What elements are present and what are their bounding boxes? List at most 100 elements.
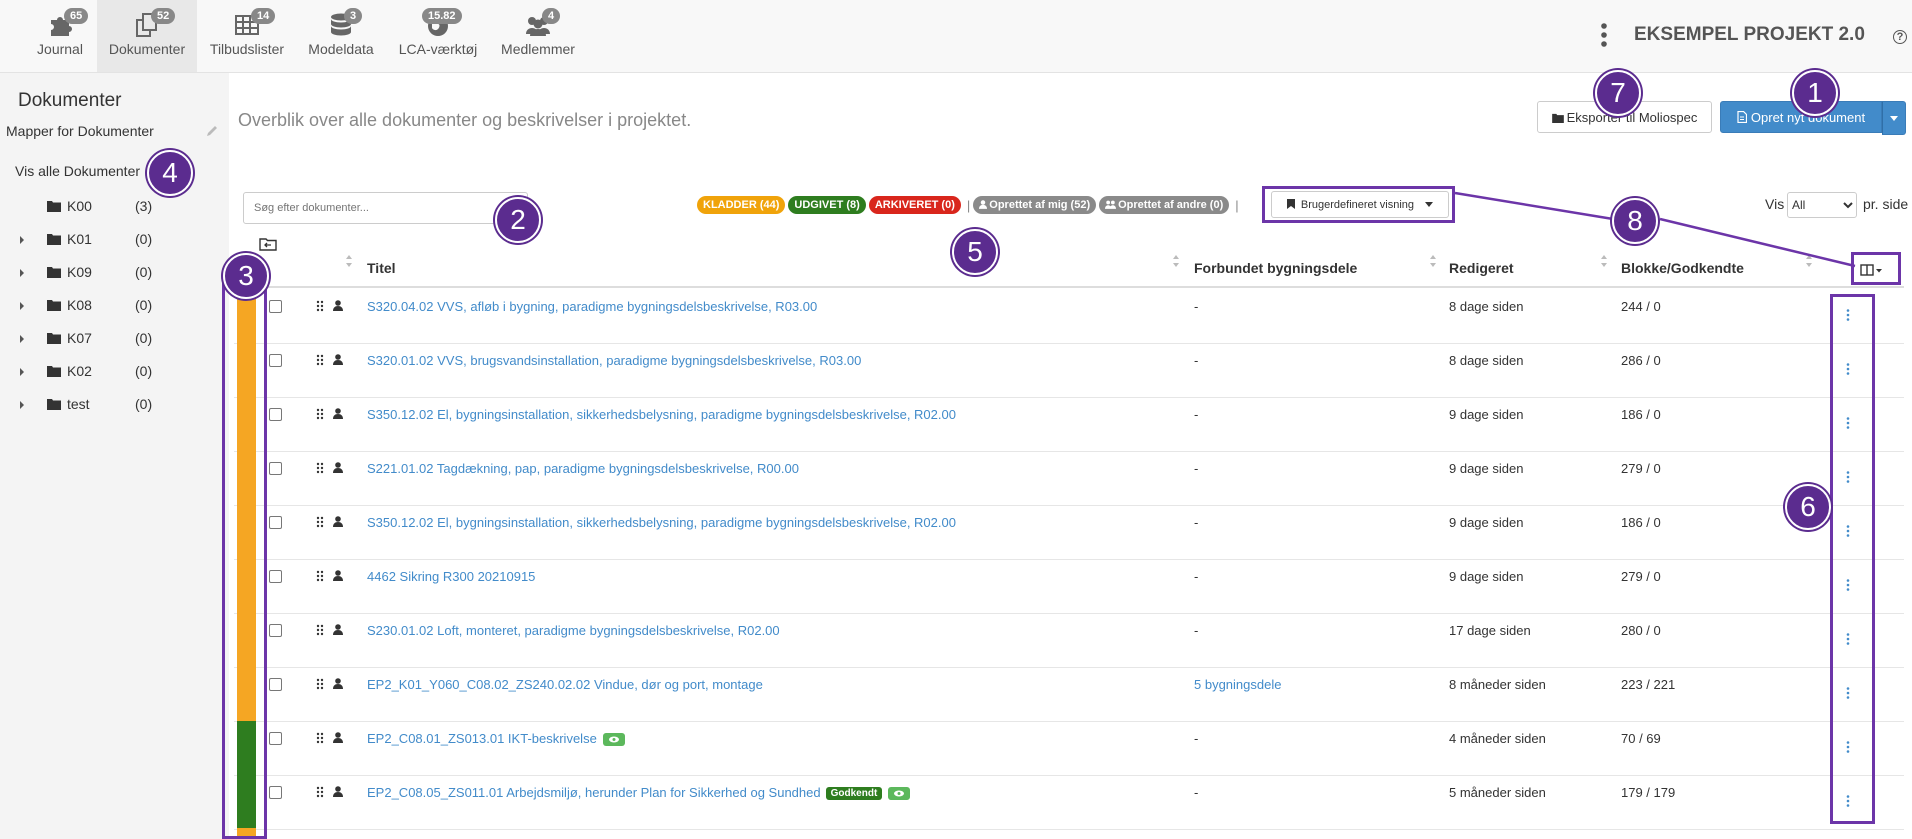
document-title-link[interactable]: EP2_K01_Y060_C08.02_ZS240.02.02 Vindue, … <box>367 677 763 692</box>
page-intro: Overblik over alle dokumenter og beskriv… <box>238 110 692 130</box>
create-dropdown-toggle[interactable] <box>1882 101 1906 135</box>
user-icon <box>333 516 343 527</box>
folder-item[interactable]: K00 (3) <box>0 198 229 218</box>
tab-journal[interactable]: 65 Journal <box>24 0 96 72</box>
drag-handle-icon[interactable] <box>316 516 324 528</box>
table-row[interactable]: S320.04.02 VVS, afløb i bygning, paradig… <box>234 289 1904 344</box>
edited-time: 8 dage siden <box>1449 353 1524 368</box>
filter-archived[interactable]: ARKIVERET (0) <box>868 196 961 214</box>
blocks-count: 244 / 0 <box>1621 299 1661 314</box>
table-row[interactable]: EP2_K01_Y060_C08.02_ZS240.02.02 Vindue, … <box>234 667 1904 722</box>
filter-drafts[interactable]: KLADDER (44) <box>697 196 786 214</box>
table-row[interactable]: S350.12.02 El, bygningsinstallation, sik… <box>234 505 1904 560</box>
table-row[interactable]: S221.01.02 Tagdækning, pap, paradigme by… <box>234 451 1904 506</box>
drag-handle-icon[interactable] <box>316 732 324 744</box>
sort-icon[interactable] <box>1601 254 1607 268</box>
row-checkbox[interactable] <box>269 678 282 691</box>
drag-handle-icon[interactable] <box>316 624 324 636</box>
row-checkbox[interactable] <box>269 354 282 367</box>
connected-parts: - <box>1194 623 1199 638</box>
sort-icon[interactable] <box>1173 254 1179 268</box>
row-checkbox[interactable] <box>269 570 282 583</box>
row-checkbox[interactable] <box>269 624 282 637</box>
filter-created-by-me[interactable]: Oprettet af mig (52) <box>973 196 1097 214</box>
sidebar-show-all[interactable]: Vis alle Dokumenter <box>15 163 140 179</box>
folder-name: test <box>67 396 90 412</box>
table-row[interactable]: EP2_C08.05_ZS011.01 Arbejdsmiljø, herund… <box>234 775 1904 830</box>
folder-item[interactable]: K01 (0) <box>0 231 229 251</box>
document-title-link[interactable]: S320.01.02 VVS, brugsvandsinstallation, … <box>367 353 861 368</box>
blocks-count: 179 / 179 <box>1621 785 1676 800</box>
drag-handle-icon[interactable] <box>316 354 324 366</box>
table-row[interactable]: S230.01.02 Loft, monteret, paradigme byg… <box>234 613 1904 668</box>
document-title-link[interactable]: EP2_C08.01_ZS013.01 IKT-beskrivelse <box>367 731 625 747</box>
sort-icon[interactable] <box>346 254 352 268</box>
folder-item[interactable]: K09 (0) <box>0 264 229 284</box>
tab-badge: 65 <box>64 8 89 24</box>
tab-medlemmer[interactable]: 4 Medlemmer <box>498 0 578 72</box>
folder-item[interactable]: K02 (0) <box>0 363 229 383</box>
eye-icon[interactable] <box>602 733 625 747</box>
chevron-right-icon[interactable] <box>18 267 26 279</box>
row-checkbox[interactable] <box>269 732 282 745</box>
tab-label: Journal <box>37 41 83 57</box>
document-title-link[interactable]: S230.01.02 Loft, monteret, paradigme byg… <box>367 623 780 638</box>
pencil-icon[interactable] <box>205 124 219 138</box>
chevron-right-icon[interactable] <box>18 399 26 411</box>
row-checkbox[interactable] <box>269 786 282 799</box>
tab-lca[interactable]: 15.82 LCA-værktøj <box>396 0 480 72</box>
column-connected[interactable]: Forbundet bygningsdele <box>1194 260 1357 276</box>
per-page-select[interactable]: All <box>1787 192 1857 218</box>
document-icon <box>1737 110 1748 123</box>
document-title-link[interactable]: S221.01.02 Tagdækning, pap, paradigme by… <box>367 461 799 476</box>
row-checkbox[interactable] <box>269 408 282 421</box>
search-input[interactable] <box>243 192 528 224</box>
column-edited[interactable]: Redigeret <box>1449 260 1514 276</box>
folder-item[interactable]: K07 (0) <box>0 330 229 350</box>
chevron-right-icon[interactable] <box>18 333 26 345</box>
row-checkbox[interactable] <box>269 300 282 313</box>
sidebar-subtitle: Mapper for Dokumenter <box>6 123 154 139</box>
document-title-link[interactable]: 4462 Sikring R300 20210915 <box>367 569 535 584</box>
document-title-link[interactable]: EP2_C08.05_ZS011.01 Arbejdsmiljø, herund… <box>367 785 911 801</box>
chevron-right-icon[interactable] <box>18 300 26 312</box>
eye-icon[interactable] <box>888 787 911 801</box>
sort-icon[interactable] <box>1806 254 1812 268</box>
filter-created-by-others[interactable]: Oprettet af andre (0) <box>1099 196 1230 214</box>
project-title: EKSEMPEL PROJEKT 2.0 <box>1634 24 1865 45</box>
drag-handle-icon[interactable] <box>316 786 324 798</box>
drag-handle-icon[interactable] <box>316 462 324 474</box>
tab-modeldata[interactable]: 3 Modeldata <box>304 0 378 72</box>
table-row[interactable]: S320.01.02 VVS, brugsvandsinstallation, … <box>234 343 1904 398</box>
row-checkbox[interactable] <box>269 462 282 475</box>
drag-handle-icon[interactable] <box>316 300 324 312</box>
tab-dokumenter[interactable]: 52 Dokumenter <box>97 0 197 72</box>
column-title[interactable]: Titel <box>367 260 396 276</box>
blocks-count: 279 / 0 <box>1621 461 1661 476</box>
folder-name: K09 <box>67 264 92 280</box>
table-row[interactable]: 4462 Sikring R300 20210915 - 9 dage siden 2… <box>234 559 1904 614</box>
document-title-link[interactable]: S320.04.02 VVS, afløb i bygning, paradig… <box>367 299 817 314</box>
filter-published[interactable]: UDGIVET (8) <box>788 196 866 214</box>
table-row[interactable]: EP2_C08.01_ZS013.01 IKT-beskrivelse - 4 må… <box>234 721 1904 776</box>
user-icon <box>333 300 343 311</box>
drag-handle-icon[interactable] <box>316 408 324 420</box>
drag-handle-icon[interactable] <box>316 678 324 690</box>
folder-up-icon[interactable] <box>259 237 277 251</box>
folder-item[interactable]: K08 (0) <box>0 297 229 317</box>
document-title-link[interactable]: S350.12.02 El, bygningsinstallation, sik… <box>367 407 956 422</box>
table-row[interactable]: S350.12.02 El, bygningsinstallation, sik… <box>234 397 1904 452</box>
connected-parts[interactable]: 5 bygningsdele <box>1194 677 1281 692</box>
tab-tilbudslister[interactable]: 14 Tilbudslister <box>205 0 289 72</box>
chevron-right-icon[interactable] <box>18 234 26 246</box>
chevron-right-icon[interactable] <box>18 366 26 378</box>
drag-handle-icon[interactable] <box>316 570 324 582</box>
folder-icon <box>47 333 61 344</box>
sort-icon[interactable] <box>1430 254 1436 268</box>
column-blocks[interactable]: Blokke/Godkendte <box>1621 260 1744 276</box>
project-menu-icon[interactable] <box>1596 22 1612 48</box>
row-checkbox[interactable] <box>269 516 282 529</box>
folder-item[interactable]: test (0) <box>0 396 229 416</box>
document-title-link[interactable]: S350.12.02 El, bygningsinstallation, sik… <box>367 515 956 530</box>
help-icon[interactable]: ? <box>1893 30 1907 44</box>
